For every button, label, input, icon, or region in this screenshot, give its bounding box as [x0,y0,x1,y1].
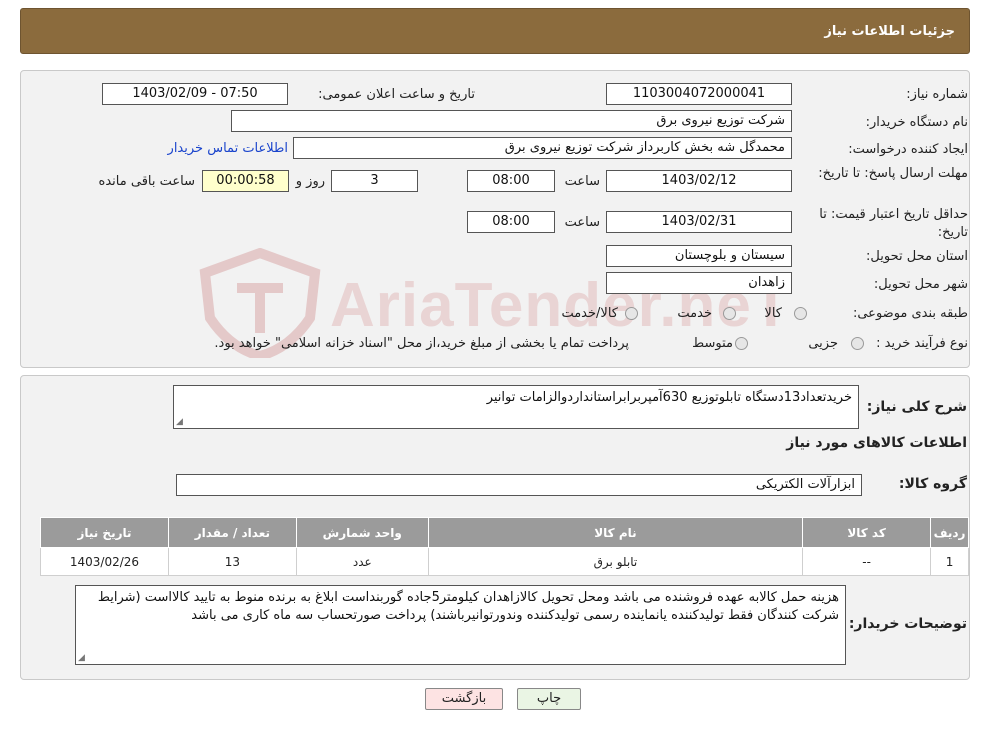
back-button[interactable]: بازگشت [425,688,503,710]
city-field: زاهدان [606,272,792,294]
category-goods-label: کالا [764,306,782,321]
page-title: جزئیات اطلاعات نیاز [824,24,955,39]
col-unit: واحد شمارش [295,517,429,548]
description-label: شرح کلی نیاز: [866,399,967,415]
goods-table: ردیف کد کالا نام کالا واحد شمارش تعداد /… [40,517,969,576]
deadline-time-field: 08:00 [467,170,555,192]
cell-code: -- [802,547,932,576]
deadline-label: مهلت ارسال پاسخ: تا تاریخ: [818,166,968,181]
remaining-time-field: 00:00:58 [202,170,289,192]
process-minor-label: جزیی [808,336,838,351]
province-label: استان محل تحویل: [866,249,968,264]
cell-row: 1 [930,547,969,576]
need-number-label: شماره نیاز: [906,87,968,102]
buyer-contact-link[interactable]: اطلاعات تماس خریدار [168,141,288,156]
validity-date-field: 1403/02/31 [606,211,792,233]
buyer-field: شرکت توزیع نیروی برق [231,110,792,132]
buyer-label: نام دستگاه خریدار: [865,115,968,130]
cell-unit: عدد [295,547,429,576]
category-goods-service-radio[interactable] [625,307,638,320]
print-button[interactable]: چاپ [517,688,581,710]
deadline-date-field: 1403/02/12 [606,170,792,192]
process-medium-label: متوسط [692,336,733,351]
creator-label: ایجاد کننده درخواست: [848,142,968,157]
city-label: شهر محل تحویل: [873,277,968,292]
goods-group-field: ابزارآلات الکتریکی [176,474,862,496]
col-row: ردیف [930,517,969,548]
announce-datetime-field: 1403/02/09 - 07:50 [102,83,288,105]
category-goods-radio[interactable] [794,307,807,320]
process-medium-radio[interactable] [735,337,748,350]
process-minor-radio[interactable] [851,337,864,350]
days-label: روز و [295,174,325,189]
validity-label: حداقل تاریخ اعتبار قیمت: تا تاریخ: [819,207,968,240]
days-field: 3 [331,170,418,192]
col-date: تاریخ نیاز [40,517,169,548]
validity-time-field: 08:00 [467,211,555,233]
deadline-time-label: ساعت [564,174,600,189]
cell-name: تابلو برق [427,547,804,576]
category-label: طبقه بندی موضوعی: [852,306,968,321]
cell-date: 1403/02/26 [40,547,169,576]
table-row: 1 -- تابلو برق عدد 13 1403/02/26 [40,547,969,576]
validity-time-label: ساعت [564,215,600,230]
process-note: پرداخت تمام یا بخشی از مبلغ خرید،از محل … [214,336,629,351]
buyer-notes-text: هزینه حمل کالابه عهده فروشنده می باشد وم… [97,590,839,623]
cell-qty: 13 [167,547,297,576]
goods-table-header: ردیف کد کالا نام کالا واحد شمارش تعداد /… [40,517,969,548]
col-code: کد کالا [802,517,932,548]
category-goods-service-label: کالا/خدمت [561,306,618,321]
province-field: سیستان و بلوچستان [606,245,792,267]
process-type-label: نوع فرآیند خرید : [876,336,968,351]
need-number-field: 1103004072000041 [606,83,792,105]
announce-label: تاریخ و ساعت اعلان عمومی: [318,87,475,102]
description-text: خریدتعداد13دستگاه تابلوتوزیع 630آمپربراب… [486,390,852,405]
buyer-notes-label: توضیحات خریدار: [848,616,967,632]
col-qty: تعداد / مقدار [167,517,297,548]
goods-section-title: اطلاعات کالاهای مورد نیاز [786,435,967,451]
goods-group-label: گروه کالا: [898,476,967,492]
resize-grip-icon: ◢ [176,417,183,427]
remaining-label: ساعت باقی مانده [98,174,195,189]
buyer-notes-textarea[interactable]: هزینه حمل کالابه عهده فروشنده می باشد وم… [75,585,846,665]
resize-grip-icon: ◢ [78,653,85,663]
category-service-radio[interactable] [723,307,736,320]
page-header: جزئیات اطلاعات نیاز [20,8,970,54]
category-service-label: خدمت [677,306,712,321]
creator-field: محمدگل شه بخش کاربرداز شرکت توزیع نیروی … [293,137,792,159]
col-name: نام کالا [427,517,804,548]
description-textarea[interactable]: خریدتعداد13دستگاه تابلوتوزیع 630آمپربراب… [173,385,859,429]
